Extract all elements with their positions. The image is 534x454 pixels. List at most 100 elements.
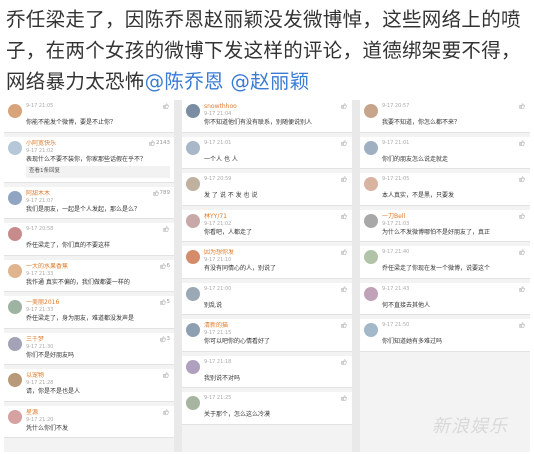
comment-card[interactable]: 以宠物 9-17 21:28 请，你是不是也是人 xyxy=(4,369,174,402)
avatar[interactable] xyxy=(8,104,22,118)
avatar[interactable] xyxy=(186,323,200,337)
username[interactable]: 阿甜木木 xyxy=(26,190,151,198)
avatar[interactable] xyxy=(186,104,200,118)
comment-card[interactable]: 9-17 21:00 别乱说 xyxy=(182,282,352,315)
timestamp: 9-17 21:05 xyxy=(26,103,54,109)
like-button[interactable] xyxy=(519,212,526,219)
avatar[interactable] xyxy=(8,373,22,387)
like-button[interactable] xyxy=(341,139,348,146)
comment-card[interactable]: 9-17 21:50 你们知道她有多难过吗 xyxy=(360,319,530,352)
like-button[interactable] xyxy=(519,285,526,292)
comment-card[interactable]: 9-17 21:05 本人真实，不是黑，只要发 xyxy=(360,173,530,206)
avatar[interactable] xyxy=(8,227,22,241)
avatar[interactable] xyxy=(186,213,200,228)
like-button[interactable] xyxy=(163,226,170,232)
avatar[interactable] xyxy=(364,250,378,264)
like-button[interactable] xyxy=(341,212,348,219)
avatar[interactable] xyxy=(8,300,22,314)
reply-box[interactable]: 查看1条回复 xyxy=(26,166,170,178)
like-button[interactable] xyxy=(341,103,348,109)
comment-card[interactable]: 9-17 20:57 我要不知道，你怎么都不来？ xyxy=(360,100,530,133)
like-button[interactable] xyxy=(519,176,526,182)
avatar[interactable] xyxy=(186,396,200,410)
like-button[interactable] xyxy=(341,176,348,182)
like-button[interactable] xyxy=(163,103,170,109)
like-button[interactable] xyxy=(519,322,526,328)
like-button[interactable]: 2143 xyxy=(149,140,170,146)
comment-card[interactable]: 清新的猫 9-17 21:15 你可以吧你的心情看好了 xyxy=(182,319,352,352)
like-button[interactable] xyxy=(341,358,348,365)
thumbs-up-icon xyxy=(159,262,166,269)
avatar[interactable] xyxy=(364,213,378,228)
avatar[interactable] xyxy=(186,140,200,155)
like-button[interactable] xyxy=(341,285,348,292)
comment-card[interactable]: 9-17 21:01 你们的朋友怎么说走就走 xyxy=(360,136,530,169)
avatar[interactable] xyxy=(364,104,378,118)
avatar[interactable] xyxy=(364,323,378,337)
mention-link[interactable]: @赵丽颖 xyxy=(230,70,309,93)
comment-card[interactable]: 9-17 21:43 何不直接去其他人 xyxy=(360,282,530,315)
avatar[interactable] xyxy=(8,190,22,205)
comment-card[interactable]: 9-17 21:40 乔任梁走了你现在发一个微博，说要这个 xyxy=(360,246,530,279)
like-button[interactable]: 3 xyxy=(159,336,170,342)
avatar[interactable] xyxy=(8,263,22,278)
username[interactable]: 一大的水果香蕉 xyxy=(26,263,158,271)
mention-link[interactable]: @陈乔恩 xyxy=(145,70,224,93)
comment-card[interactable]: 9-17 21:25 关于那个，怎么这么冷漠 xyxy=(182,392,352,425)
comment-meta: 9-17 21:50 xyxy=(382,322,517,329)
like-button[interactable] xyxy=(519,249,526,255)
avatar[interactable] xyxy=(364,177,378,191)
avatar[interactable] xyxy=(186,359,200,374)
username[interactable]: 三千梦 xyxy=(26,336,158,344)
comment-card[interactable]: 9-17 21:05 你能不能发个微博，要是不止你？ xyxy=(4,100,174,133)
like-button[interactable] xyxy=(163,372,170,378)
like-button[interactable] xyxy=(163,408,170,415)
thumbs-up-icon xyxy=(341,139,347,146)
avatar[interactable] xyxy=(8,336,22,351)
avatar[interactable] xyxy=(8,140,22,155)
timestamp: 9-17 21:40 xyxy=(382,249,410,255)
username[interactable]: 清新的猫 xyxy=(204,322,339,330)
username[interactable]: 小阿宽快乐 xyxy=(26,140,147,148)
avatar[interactable] xyxy=(364,286,378,301)
comment-card[interactable]: 一大的水果香蕉 9-17 21:33 6 我作通 真实不偏的，我们做都要一样的 xyxy=(4,259,174,292)
username[interactable]: 以宠物 xyxy=(26,372,161,380)
comment-card[interactable]: snowthhoo 9-17 21:04 你不知道他们有没有联系，别随便说别人 xyxy=(182,100,352,133)
username[interactable]: 因为想你发 xyxy=(204,249,339,257)
like-button[interactable] xyxy=(519,103,526,109)
like-button[interactable]: 789 xyxy=(152,190,170,196)
avatar[interactable] xyxy=(186,250,200,264)
comment-card[interactable]: 一刀Bell 9-17 21:03 为什么不发微博哪怕不是好朋友了，真正 xyxy=(360,209,530,242)
username[interactable]: snowthhoo xyxy=(204,103,339,111)
avatar[interactable] xyxy=(186,286,200,301)
like-button[interactable] xyxy=(341,322,348,328)
avatar[interactable] xyxy=(186,177,200,191)
username[interactable]: 林YY/71 xyxy=(204,213,339,221)
comment-card[interactable]: 星源 9-17 21:20 凭什么你们不发 xyxy=(4,405,174,438)
comment-card[interactable]: 因为想你发 9-17 21:10 有没有同情心的人，别说了 xyxy=(182,246,352,279)
comment-card[interactable]: 一美丽2016 9-17 21:33 5 乔任梁走了，身为朋友，难道都没发声是 xyxy=(4,296,174,329)
like-button[interactable]: 5 xyxy=(159,299,170,305)
comment-column: 9-17 21:05 你能不能发个微博，要是不止你？ 小阿宽快乐 9-17 21:02… xyxy=(4,100,174,452)
timestamp: 9-17 21:03 xyxy=(382,220,410,227)
comment-card[interactable]: 林YY/71 9-17 21:02 你看吧，人都走了 xyxy=(182,209,352,242)
username[interactable]: 一刀Bell xyxy=(382,213,517,221)
comment-card[interactable]: 阿甜木木 9-17 21:07 789 我们是朋友，一起是个人发起，那么是么？ xyxy=(4,186,174,219)
comment-card[interactable]: 三千梦 9-17 21:30 3 你们不是好朋友吗 xyxy=(4,332,174,365)
comment-card[interactable]: 9-17 21:01 一个人 也 人 xyxy=(182,136,352,169)
like-button[interactable] xyxy=(341,395,348,401)
avatar[interactable] xyxy=(364,140,378,155)
timestamp: 9-17 21:30 xyxy=(26,343,54,350)
comment-meta: 以宠物 9-17 21:28 xyxy=(26,372,161,387)
comment-card[interactable]: 小阿宽快乐 9-17 21:02 2143 表现什么不要不装你，你家那些话假在乎不？ 查… xyxy=(4,136,174,183)
comment-card[interactable]: 9-17 20:58 乔任梁走了，你们真的不要这样 xyxy=(4,223,174,256)
like-button[interactable]: 6 xyxy=(159,262,170,269)
comment-card[interactable]: 9-17 20:59 发 了 说 不 发 也 说 xyxy=(182,173,352,206)
avatar[interactable] xyxy=(8,409,22,424)
comment-card[interactable]: 9-17 21:18 我别说不对吗 xyxy=(182,355,352,388)
username[interactable]: 星源 xyxy=(26,409,161,417)
like-button[interactable] xyxy=(341,249,348,255)
timestamp: 9-17 21:02 xyxy=(204,220,232,227)
like-button[interactable] xyxy=(519,139,526,146)
username[interactable]: 一美丽2016 xyxy=(26,299,158,307)
